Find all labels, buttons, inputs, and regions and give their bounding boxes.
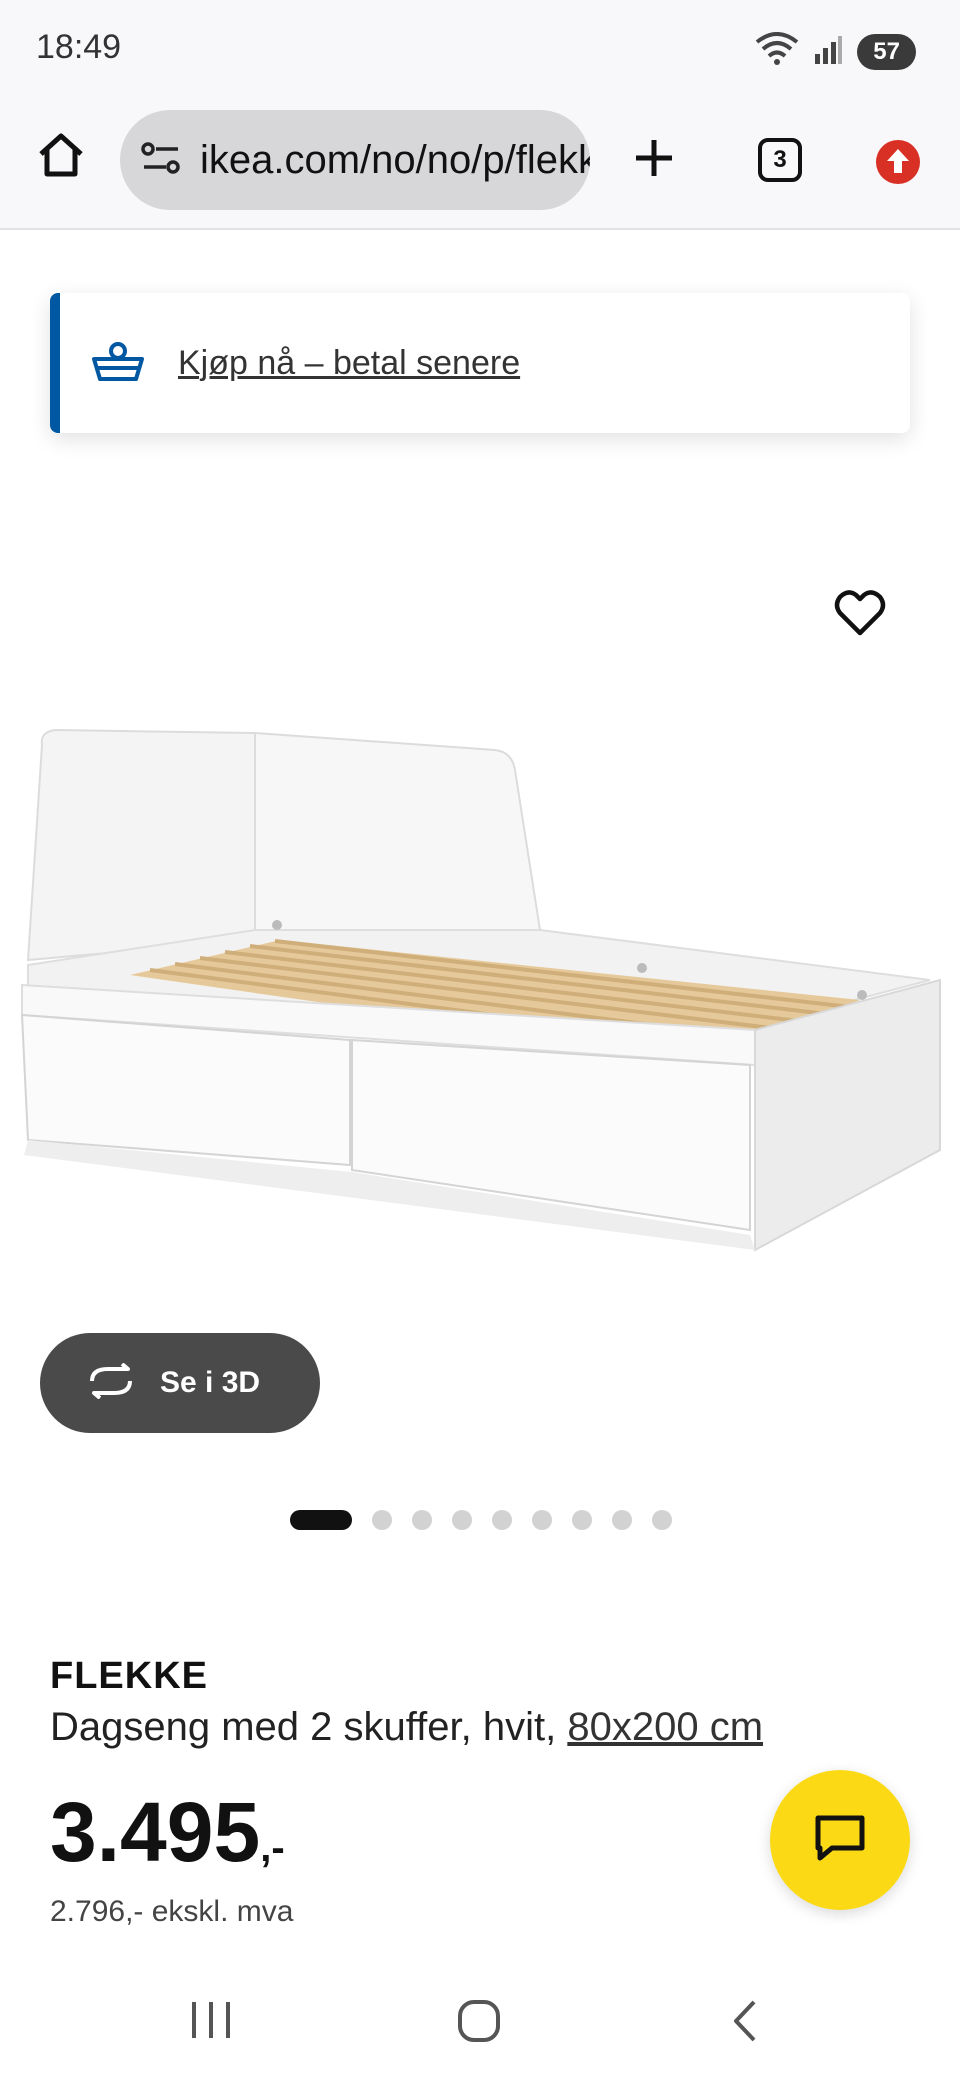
price-value: 3.495 [50,1785,261,1879]
status-bar: 18:49 57 [0,0,960,100]
battery-indicator: 57 [857,33,916,70]
address-bar[interactable]: ikea.com/no/no/p/flekke [120,110,590,210]
chat-icon [814,1814,866,1867]
site-settings-icon[interactable] [140,141,182,180]
status-icons: 57 [755,32,916,71]
product-name: FLEKKE [50,1655,208,1697]
wifi-icon [755,32,799,71]
product-description-text: Dagseng med 2 skuffer, hvit, [50,1705,557,1749]
status-time: 18:49 [36,28,122,66]
favorite-heart-icon[interactable] [832,585,888,641]
browser-toolbar: ikea.com/no/no/p/flekke [0,100,960,230]
back-icon[interactable] [728,1998,762,2049]
pagination-dot[interactable] [412,1510,432,1530]
product-price: 3.495,- [50,1790,285,1874]
signal-icon [813,34,843,69]
image-pagination [290,1510,672,1530]
see-in-3d-label: Se i 3D [160,1366,261,1399]
see-in-3d-button[interactable]: Se i 3D [40,1333,320,1433]
size-link[interactable]: 80x200 cm [567,1705,763,1749]
pay-later-banner[interactable]: Kjøp nå – betal senere [50,293,910,433]
pay-later-link[interactable]: Kjøp nå – betal senere [178,344,520,383]
pagination-dot[interactable] [572,1510,592,1530]
price-ex-vat: 2.796,- ekskl. mva [50,1895,294,1928]
update-icon[interactable] [874,138,922,191]
system-nav-bar [0,1960,960,2080]
pagination-dot[interactable] [452,1510,472,1530]
home-nav-icon[interactable] [456,1998,502,2049]
pagination-dot[interactable] [372,1510,392,1530]
pagination-dot[interactable] [492,1510,512,1530]
pagination-dot[interactable] [652,1510,672,1530]
chat-button[interactable] [770,1770,910,1910]
product-description: Dagseng med 2 skuffer, hvit, 80x200 cm [50,1705,763,1750]
pagination-dot[interactable] [290,1510,352,1530]
tabs-icon[interactable]: 3 [758,138,802,182]
basket-icon [92,341,144,386]
pagination-dot[interactable] [612,1510,632,1530]
home-icon[interactable] [36,130,86,185]
product-image[interactable] [0,460,960,1380]
price-suffix: ,- [260,1826,285,1870]
rotate-3d-icon [84,1361,138,1404]
pagination-dot[interactable] [532,1510,552,1530]
recent-apps-icon[interactable] [188,1998,234,2047]
new-tab-icon[interactable] [632,136,676,185]
url-text: ikea.com/no/no/p/flekke [200,137,590,182]
